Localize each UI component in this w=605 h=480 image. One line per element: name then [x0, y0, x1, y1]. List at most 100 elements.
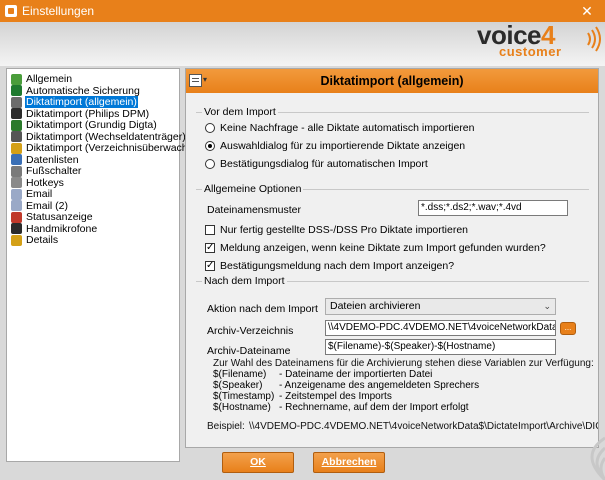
tree-item[interactable]: Diktatimport (allgemein)	[11, 96, 138, 108]
tree-item[interactable]: Fußschalter	[11, 165, 82, 177]
archive-dir-label: Archiv-Verzeichnis	[207, 325, 294, 337]
tree-item-label: Diktatimport (Verzeichnisüberwachung)	[26, 142, 209, 154]
variable-row: $(Speaker) - Anzeigename des angemeldeten…	[213, 380, 479, 391]
page-title: Diktatimport (allgemein)	[320, 74, 464, 88]
tree-item[interactable]: Handmikrofone	[11, 223, 98, 235]
archive-dir-input[interactable]: \\4VDEMO-PDC.4VDEMO.NET\4voiceNetworkDat…	[325, 320, 556, 336]
tree-item[interactable]: Hotkeys	[11, 177, 65, 189]
backup-icon	[11, 85, 22, 96]
example-label: Beispiel:	[207, 421, 245, 432]
voice4-logo: voice4 customer	[477, 20, 601, 60]
tree-item-label: Email	[26, 188, 53, 200]
tree-item-label: Email (2)	[26, 199, 69, 212]
tree-item[interactable]: Allgemein	[11, 73, 73, 85]
tree-item[interactable]: Automatische Sicherung	[11, 85, 141, 97]
tree-item-label: Diktatimport (Wechseldatenträger)	[26, 130, 186, 143]
tree-item-label: Datenlisten	[26, 153, 79, 166]
archive-file-input[interactable]: $(Filename)-$(Speaker)-$(Hostname)	[325, 339, 556, 355]
tree-item-label: Allgemein	[26, 73, 73, 85]
title-bar: Einstellungen ✕	[0, 0, 605, 22]
email-icon	[11, 188, 22, 200]
checkbox-only-finished[interactable]: Nur fertig gestellte DSS-/DSS Pro Diktat…	[205, 224, 468, 236]
tree-item[interactable]: Diktatimport (Philips DPM)	[11, 108, 150, 120]
variable-desc: - Rechnername, auf dem der Import erfolg…	[279, 402, 469, 413]
cancel-button[interactable]: Abbrechen	[313, 452, 385, 473]
radio-label: Keine Nachfrage - alle Diktate automatis…	[220, 122, 475, 134]
variable-desc: - Zeitstempel des Imports	[279, 391, 392, 402]
tree-item[interactable]: Diktatimport (Grundig Digta)	[11, 119, 158, 131]
group-title: Nach dem Import	[202, 275, 287, 287]
variable-name: $(Speaker)	[213, 380, 263, 391]
radio-indicator[interactable]	[205, 141, 215, 151]
checkbox-label: Meldung anzeigen, wenn keine Diktate zum…	[220, 242, 546, 254]
variable-name: $(Filename)	[213, 369, 267, 380]
group-title: Vor dem Import	[202, 106, 278, 118]
tree-item[interactable]: Details	[11, 234, 59, 246]
import-icon	[11, 96, 22, 108]
checkbox-confirmation-message[interactable]: Bestätigungsmeldung nach dem Import anze…	[205, 260, 454, 272]
archive-file-label: Archiv-Dateiname	[207, 345, 291, 357]
recorder-icon	[11, 108, 22, 119]
action-select-value: Dateien archivieren	[330, 300, 421, 312]
variable-name: $(Timestamp)	[213, 391, 275, 402]
tree-item[interactable]: Email	[11, 188, 53, 200]
variable-desc: - Dateiname der importierten Datei	[279, 369, 433, 380]
tree-item-label: Diktatimport (allgemein)	[25, 96, 138, 108]
tree-item-label: Diktatimport (Philips DPM)	[26, 107, 150, 120]
settings-panel: ▾ Diktatimport (allgemein) Vor dem Impor…	[185, 68, 599, 448]
settings-tree[interactable]: Allgemein Automatische Sicherung Diktatimp…	[6, 68, 209, 462]
app-icon	[5, 5, 17, 17]
globe-icon	[11, 73, 22, 85]
tree-item-label: Automatische Sicherung	[26, 84, 140, 97]
radio-confirmation-dialog[interactable]: Bestätigungsdialog für automatischen Imp…	[205, 158, 428, 170]
radio-selection-dialog[interactable]: Auswahldialog für zu importierende Dikta…	[205, 140, 465, 152]
checkbox-label: Nur fertig gestellte DSS-/DSS Pro Diktat…	[220, 224, 469, 236]
tree-item-label: Details	[26, 234, 59, 246]
radio-no-prompt[interactable]: Keine Nachfrage - alle Diktate automatis…	[205, 122, 474, 134]
tree-item[interactable]: Diktatimport (Wechseldatenträger)	[11, 131, 187, 143]
folder-icon	[11, 142, 22, 154]
close-button[interactable]: ✕	[569, 0, 605, 22]
variables-info: Zur Wahl des Dateinamens für die Archivi…	[213, 358, 594, 369]
tree-item-label: Statusanzeige	[26, 211, 93, 223]
microphone-icon	[11, 223, 22, 234]
checkbox-indicator[interactable]	[205, 260, 215, 272]
tree-item[interactable]: Datenlisten	[11, 154, 80, 166]
pattern-input[interactable]: *.dss;*.ds2;*.wav;*.4vd	[418, 200, 568, 216]
chevron-down-icon: ⌄	[543, 301, 551, 311]
details-icon	[11, 234, 22, 246]
radio-indicator[interactable]	[205, 123, 215, 133]
header-banner: voice4 customer	[0, 20, 605, 66]
tree-item-label: Diktatimport (Grundig Digta)	[26, 119, 157, 131]
logo-subtext: customer	[499, 44, 562, 59]
status-icon	[11, 211, 22, 223]
radio-indicator[interactable]	[205, 159, 215, 169]
footswitch-icon	[11, 165, 22, 177]
example-path: \\4VDEMO-PDC.4VDEMO.NET\4voiceNetworkDat…	[249, 421, 598, 432]
pattern-label: Dateinamensmuster	[207, 204, 301, 216]
tree-item-label: Hotkeys	[26, 176, 64, 189]
group-title: Allgemeine Optionen	[202, 183, 304, 195]
checkbox-indicator[interactable]	[205, 242, 215, 254]
panel-header: ▾ Diktatimport (allgemein)	[186, 69, 598, 93]
tree-item-label: Handmikrofone	[26, 222, 98, 235]
tree-item[interactable]: Diktatimport (Verzeichnisüberwachung)	[11, 142, 210, 154]
browse-button[interactable]: ...	[560, 322, 576, 335]
ok-button[interactable]: OK	[222, 452, 294, 473]
list-icon	[11, 154, 22, 165]
tree-item-label: Fußschalter	[26, 165, 82, 177]
tree-item[interactable]: Statusanzeige	[11, 211, 94, 223]
checkbox-no-dictations-message[interactable]: Meldung anzeigen, wenn keine Diktate zum…	[205, 242, 546, 254]
checkbox-label: Bestätigungsmeldung nach dem Import anze…	[220, 260, 455, 272]
variable-row: $(Timestamp) - Zeitstempel des Imports	[213, 391, 392, 402]
checkbox-indicator[interactable]	[205, 225, 215, 235]
drive-icon	[11, 131, 22, 142]
tree-item[interactable]: Email (2)	[11, 200, 69, 212]
dialog-body: Allgemein Automatische Sicherung Diktatimp…	[0, 66, 605, 480]
keyboard-icon	[11, 177, 22, 188]
radio-label: Auswahldialog für zu importierende Dikta…	[220, 140, 466, 152]
action-label: Aktion nach dem Import	[207, 303, 318, 315]
action-select[interactable]: Dateien archivieren ⌄	[325, 298, 556, 315]
recorder-icon	[11, 119, 22, 131]
radio-label: Bestätigungsdialog für automatischen Imp…	[220, 158, 428, 170]
